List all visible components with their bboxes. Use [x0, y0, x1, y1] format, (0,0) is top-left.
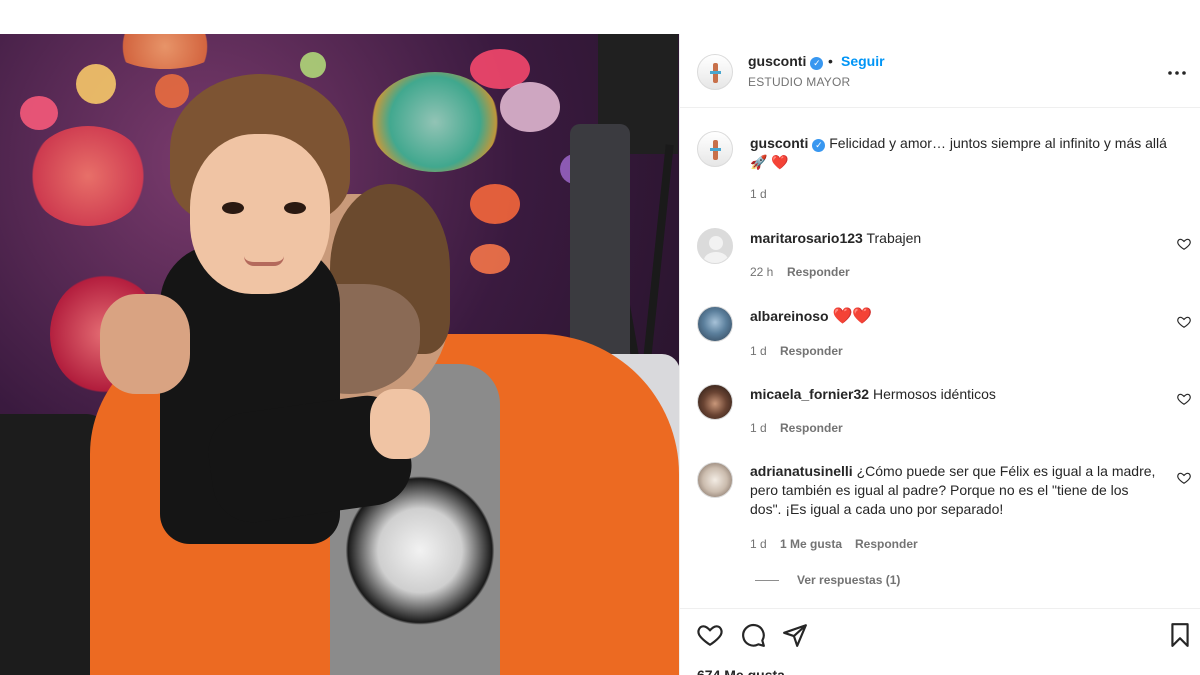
caption-time[interactable]: 1 d: [750, 187, 767, 201]
kid-face: [190, 134, 330, 294]
action-bar: 674 Me gusta: [680, 608, 1200, 675]
comment-avatar[interactable]: [697, 228, 733, 264]
comment-username[interactable]: albareinoso: [750, 308, 829, 324]
kid-eye: [222, 202, 244, 214]
comment-like-icon[interactable]: [1177, 237, 1191, 251]
username-text: gusconti: [748, 53, 807, 69]
post-photo[interactable]: [0, 34, 679, 675]
comment-body: Trabajen: [866, 230, 922, 246]
caption-username[interactable]: gusconti: [750, 135, 808, 151]
bokeh-light: [300, 52, 326, 78]
bokeh-light: [28, 126, 148, 226]
comment-username[interactable]: maritarosario123: [750, 230, 863, 246]
comment-body: Hermosos idénticos: [872, 386, 996, 402]
reply-button[interactable]: Responder: [780, 344, 843, 358]
bokeh-light: [76, 64, 116, 104]
share-icon[interactable]: [782, 622, 808, 648]
caption-emojis: 🚀 ❤️: [750, 154, 789, 170]
comment-time[interactable]: 1 d: [750, 421, 767, 435]
kid-hand: [370, 389, 430, 459]
comment-avatar[interactable]: [697, 306, 733, 342]
comment-username[interactable]: adrianatusinelli: [750, 463, 853, 479]
bokeh-light: [110, 34, 220, 69]
comment-time[interactable]: 22 h: [750, 265, 773, 279]
comment-icon[interactable]: [740, 622, 766, 648]
post-header: gusconti ✓ • Seguir ESTUDIO MAYOR: [680, 34, 1200, 108]
comment-likes[interactable]: 1 Me gusta: [780, 537, 842, 551]
comment-body: ❤️❤️: [832, 308, 873, 325]
reply-button[interactable]: Responder: [780, 421, 843, 435]
separator-dot: •: [828, 53, 833, 69]
comment-like-icon[interactable]: [1177, 315, 1191, 329]
man-hand: [100, 294, 190, 394]
heart-icon[interactable]: [697, 622, 723, 648]
comment-like-icon[interactable]: [1177, 392, 1191, 406]
camera-stand: [570, 124, 630, 364]
comment-time[interactable]: 1 d: [750, 344, 767, 358]
comment-avatar[interactable]: [697, 384, 733, 420]
follow-button[interactable]: Seguir: [841, 53, 885, 69]
comments-panel: gusconti ✓ • Seguir ESTUDIO MAYOR guscont…: [679, 34, 1200, 675]
caption-author-avatar[interactable]: [697, 131, 733, 167]
avatar-figure: [710, 71, 721, 74]
kid-eye: [284, 202, 306, 214]
comment-text: maritarosario123 Trabajen: [750, 229, 1150, 248]
comment-time[interactable]: 1 d: [750, 537, 767, 551]
more-options-icon[interactable]: [1168, 58, 1186, 81]
caption-text: gusconti ✓ Felicidad y amor… juntos siemp…: [750, 134, 1185, 153]
caption-body: Felicidad y amor… juntos siempre al infi…: [829, 135, 1167, 151]
reply-button[interactable]: Responder: [855, 537, 918, 551]
author-avatar[interactable]: [697, 54, 733, 90]
comment-avatar[interactable]: [697, 462, 733, 498]
replies-divider: [755, 580, 779, 581]
verified-badge-icon: ✓: [812, 139, 826, 152]
comment-text: adrianatusinelli ¿Cómo puede ser que Fél…: [750, 462, 1170, 519]
post-location[interactable]: ESTUDIO MAYOR: [748, 75, 850, 89]
comment-line: adrianatusinelli ¿Cómo puede ser que Fél…: [750, 462, 1170, 481]
bokeh-light: [370, 72, 500, 172]
bookmark-icon[interactable]: [1167, 622, 1193, 648]
comment-line: pero también es igual al padre? Porque n…: [750, 482, 1129, 498]
bokeh-light: [470, 244, 510, 274]
author-username[interactable]: gusconti ✓: [748, 53, 824, 70]
comment-body: ¿Cómo puede ser que Félix es igual a la …: [856, 463, 1156, 479]
comment-text: albareinoso ❤️❤️: [750, 307, 1150, 326]
bokeh-light: [155, 74, 189, 108]
bokeh-light: [20, 96, 58, 130]
bokeh-light: [470, 184, 520, 224]
comment-username[interactable]: micaela_fornier32: [750, 386, 869, 402]
comment-line: dos". ¡Es igual a cada uno por separado!: [750, 501, 1004, 517]
verified-badge-icon: ✓: [810, 57, 824, 70]
likes-count[interactable]: 674 Me gusta: [697, 667, 785, 675]
avatar-figure: [710, 148, 721, 151]
comment-text: micaela_fornier32 Hermosos idénticos: [750, 385, 1150, 404]
reply-button[interactable]: Responder: [787, 265, 850, 279]
bokeh-light: [500, 82, 560, 132]
view-replies-button[interactable]: Ver respuestas (1): [797, 573, 900, 587]
comment-like-icon[interactable]: [1177, 471, 1191, 485]
kid-mouth: [244, 256, 284, 266]
